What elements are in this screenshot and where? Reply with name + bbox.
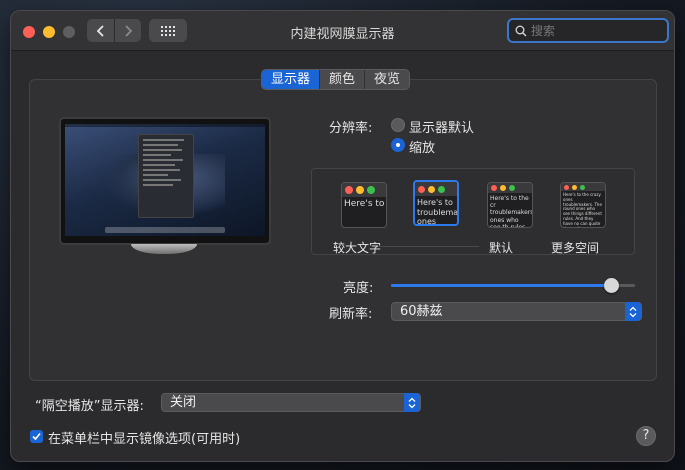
brightness-slider-fill <box>391 284 611 287</box>
refresh-rate-value: 60赫兹 <box>400 304 443 319</box>
mirror-options-checkbox[interactable] <box>30 430 43 443</box>
grid-icon <box>161 25 175 36</box>
option-scaled-label[interactable]: 缩放 <box>409 137 435 156</box>
airplay-display-label: “隔空播放”显示器: <box>35 399 144 414</box>
scale-label-larger-text: 较大文字 <box>333 241 382 255</box>
minimize-button[interactable] <box>43 26 55 38</box>
brightness-label: 亮度: <box>343 281 374 296</box>
mirror-options-label[interactable]: 在菜单栏中显示镜像选项(可用时) <box>48 428 240 447</box>
show-all-button[interactable] <box>149 19 187 42</box>
title-bar: 内建视网膜显示器 <box>11 11 674 51</box>
resolution-label: 分辨率: <box>329 121 373 136</box>
option-default-for-display-label[interactable]: 显示器默认 <box>409 117 474 136</box>
scale-label-more-space: 更多空间 <box>551 241 600 255</box>
scale-label-default: 默认 <box>489 241 514 255</box>
checkmark-icon <box>32 432 41 441</box>
updown-arrows-icon <box>625 302 641 321</box>
chevron-left-icon <box>96 24 104 37</box>
close-button[interactable] <box>23 26 35 38</box>
updown-arrows-icon <box>404 393 420 412</box>
tab-bar: 显示器 颜色 夜览 <box>261 69 411 90</box>
search-field[interactable] <box>507 18 669 43</box>
radio-default-for-display[interactable] <box>391 118 405 132</box>
scale-preview-text: Here's to the cr troublemakers. ones who… <box>490 195 532 228</box>
monitor-preview <box>59 117 271 245</box>
zoom-button[interactable] <box>63 26 75 38</box>
navigation-buttons <box>87 19 141 42</box>
airplay-display-select[interactable]: 关闭 <box>161 393 421 412</box>
chevron-right-icon <box>125 24 133 37</box>
airplay-display-value: 关闭 <box>170 395 197 410</box>
back-button[interactable] <box>87 19 114 42</box>
refresh-rate-select[interactable]: 60赫兹 <box>391 302 642 321</box>
preferences-window: 内建视网膜显示器 显示器 颜色 夜览 分辨 <box>10 10 675 462</box>
scale-preview-text: Here's to troublema ones who <box>417 198 457 226</box>
scale-divider <box>379 246 479 247</box>
search-icon <box>515 25 527 37</box>
refresh-rate-label: 刷新率: <box>329 307 373 322</box>
forward-button[interactable] <box>114 19 141 42</box>
desktop-preview-image <box>65 124 265 236</box>
tab-display[interactable]: 显示器 <box>262 70 320 89</box>
scale-preview-text: Here's to troublem <box>344 199 386 209</box>
help-button[interactable]: ? <box>636 426 656 446</box>
scale-option-more-space[interactable]: Here's to the crazy ones troublemakers. … <box>560 182 606 228</box>
scale-option-selected[interactable]: Here's to troublema ones who <box>413 180 459 226</box>
tab-night-shift[interactable]: 夜览 <box>364 70 409 89</box>
tab-color[interactable]: 颜色 <box>319 70 364 89</box>
radio-scaled[interactable] <box>391 138 405 152</box>
brightness-slider[interactable] <box>391 278 635 293</box>
search-input[interactable] <box>531 23 661 38</box>
scale-option-larger-text[interactable]: Here's to troublem <box>341 182 387 228</box>
scale-preview-text: Here's to the crazy ones troublemakers. … <box>563 192 602 227</box>
brightness-slider-knob[interactable] <box>603 278 619 293</box>
scale-option-default[interactable]: Here's to the cr troublemakers. ones who… <box>487 182 533 228</box>
